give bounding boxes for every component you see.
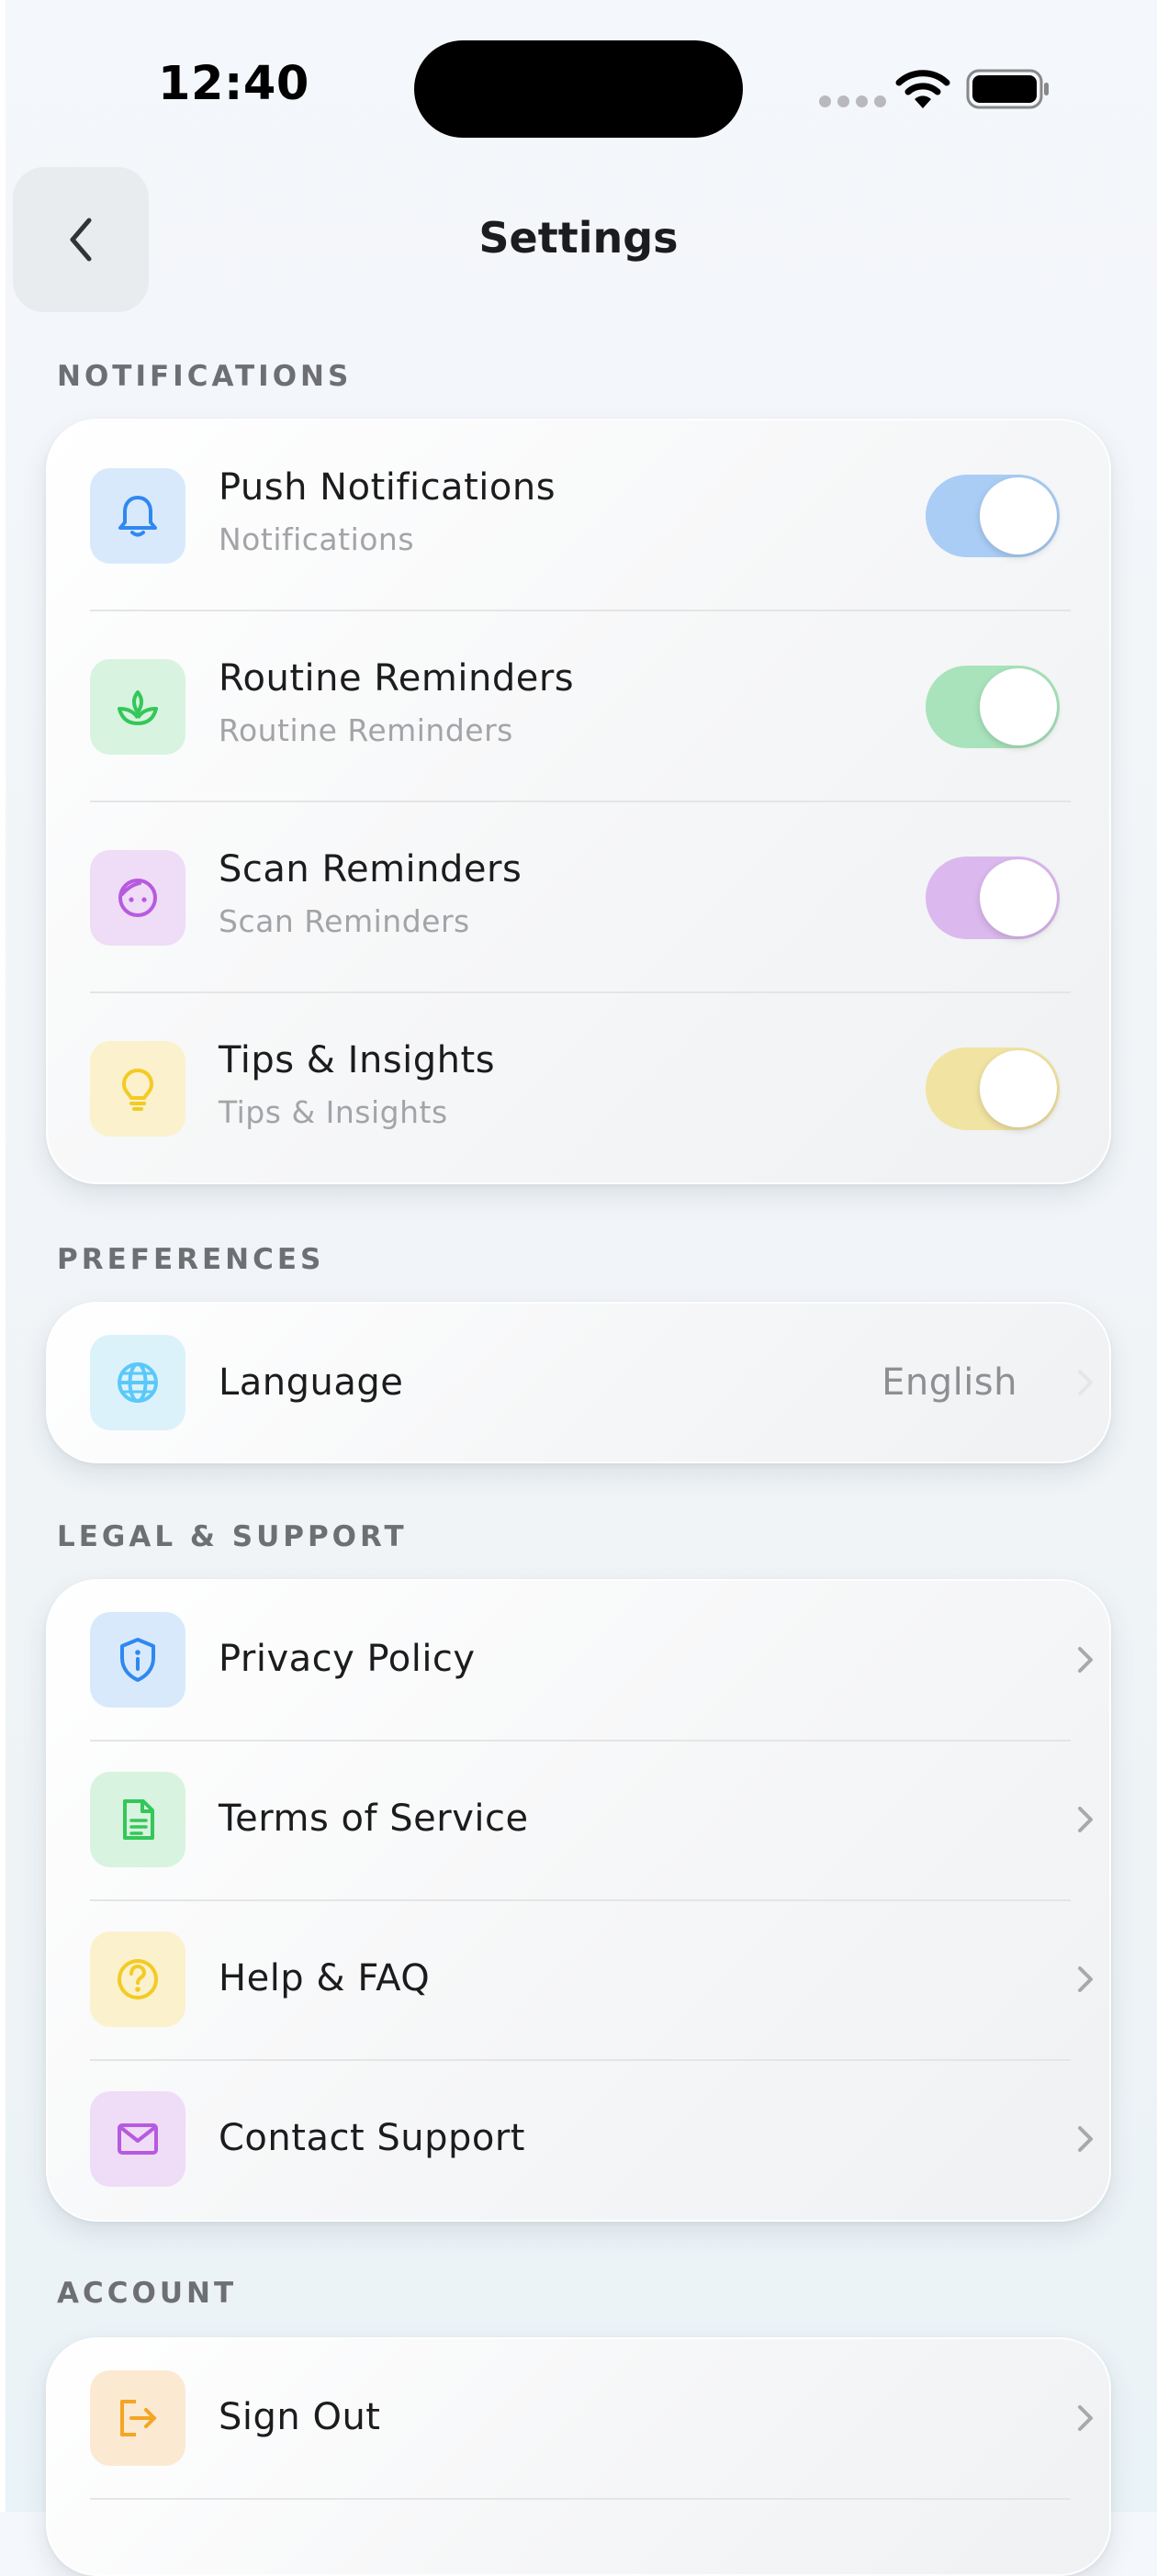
icon-tile bbox=[90, 659, 185, 755]
account-card: Sign Out bbox=[46, 2337, 1111, 2576]
page-title: Settings bbox=[478, 213, 679, 263]
row-title: Language bbox=[219, 1361, 404, 1404]
setting-row-routine-reminders: Routine Reminders Routine Reminders bbox=[48, 611, 1109, 802]
globe-icon bbox=[118, 1362, 158, 1403]
chevron-right-icon bbox=[1078, 1966, 1093, 1992]
divider bbox=[90, 2498, 1071, 2500]
toggle-tips-insights[interactable] bbox=[926, 1047, 1060, 1130]
icon-tile bbox=[90, 850, 185, 946]
shield-info-icon bbox=[120, 1638, 155, 1682]
row-subtitle: Tips & Insights bbox=[219, 1094, 448, 1130]
preferences-card: Language English bbox=[46, 1302, 1111, 1463]
icon-tile bbox=[90, 1335, 185, 1430]
question-icon bbox=[118, 1959, 158, 1999]
section-header-account: ACCOUNT bbox=[57, 2277, 238, 2310]
setting-row-privacy-policy[interactable]: Privacy Policy bbox=[48, 1581, 1109, 1741]
face-icon bbox=[118, 879, 157, 917]
bell-icon bbox=[118, 496, 157, 537]
row-title: Tips & Insights bbox=[219, 1039, 496, 1081]
icon-tile bbox=[90, 1041, 185, 1137]
notifications-card: Push Notifications Notifications Routine… bbox=[46, 419, 1111, 1184]
language-value: English bbox=[882, 1361, 1017, 1404]
row-title: Sign Out bbox=[219, 2396, 381, 2438]
row-subtitle: Routine Reminders bbox=[219, 712, 513, 748]
row-subtitle: Notifications bbox=[219, 521, 415, 557]
document-icon bbox=[123, 1799, 154, 1840]
setting-row-contact-support[interactable]: Contact Support bbox=[48, 2060, 1109, 2220]
setting-row-terms-of-service[interactable]: Terms of Service bbox=[48, 1741, 1109, 1900]
icon-tile bbox=[90, 2370, 185, 2466]
row-title: Help & FAQ bbox=[219, 1957, 431, 1999]
row-title: Push Notifications bbox=[219, 466, 556, 509]
setting-row-language[interactable]: Language English bbox=[48, 1304, 1109, 1462]
chevron-right-icon bbox=[1078, 2405, 1093, 2431]
row-title: Contact Support bbox=[219, 2117, 525, 2159]
sign-out-icon bbox=[120, 2400, 156, 2436]
icon-tile bbox=[90, 1612, 185, 1708]
legal-support-card: Privacy Policy Terms of Service Help & F… bbox=[46, 1579, 1111, 2222]
row-title: Terms of Service bbox=[219, 1798, 529, 1840]
toggle-routine-reminders[interactable] bbox=[926, 666, 1060, 748]
icon-tile bbox=[90, 1772, 185, 1867]
setting-row-sign-out[interactable]: Sign Out bbox=[48, 2339, 1109, 2499]
chevron-right-icon bbox=[1078, 1807, 1093, 1832]
section-header-legal-support: LEGAL & SUPPORT bbox=[57, 1520, 408, 1553]
status-bar: 12:40 bbox=[0, 0, 1157, 174]
row-title: Scan Reminders bbox=[219, 848, 522, 890]
sprout-icon bbox=[118, 690, 158, 725]
chevron-right-icon bbox=[1078, 1647, 1093, 1673]
dynamic-island bbox=[414, 40, 743, 138]
section-header-notifications: NOTIFICATIONS bbox=[57, 360, 353, 393]
toggle-push-notifications[interactable] bbox=[926, 475, 1060, 557]
chevron-right-icon bbox=[1078, 1370, 1093, 1395]
chevron-right-icon bbox=[1078, 2126, 1093, 2152]
setting-row-tips-insights: Tips & Insights Tips & Insights bbox=[48, 993, 1109, 1182]
wifi-icon bbox=[895, 70, 950, 108]
status-time: 12:40 bbox=[158, 57, 309, 111]
section-header-preferences: PREFERENCES bbox=[57, 1243, 325, 1276]
icon-tile bbox=[90, 468, 185, 564]
icon-tile bbox=[90, 1932, 185, 2027]
cellular-signal-icon bbox=[819, 95, 886, 107]
setting-row-scan-reminders: Scan Reminders Scan Reminders bbox=[48, 802, 1109, 993]
icon-tile bbox=[90, 2091, 185, 2187]
row-title: Privacy Policy bbox=[219, 1638, 476, 1680]
battery-icon bbox=[966, 69, 1049, 109]
row-title: Routine Reminders bbox=[219, 657, 575, 700]
toggle-scan-reminders[interactable] bbox=[926, 857, 1060, 939]
frame-edge bbox=[0, 0, 6, 2512]
setting-row-help-faq[interactable]: Help & FAQ bbox=[48, 1900, 1109, 2060]
lightbulb-icon bbox=[122, 1069, 153, 1111]
mail-icon bbox=[118, 2123, 158, 2155]
setting-row-push-notifications: Push Notifications Notifications bbox=[48, 420, 1109, 611]
row-subtitle: Scan Reminders bbox=[219, 903, 470, 939]
